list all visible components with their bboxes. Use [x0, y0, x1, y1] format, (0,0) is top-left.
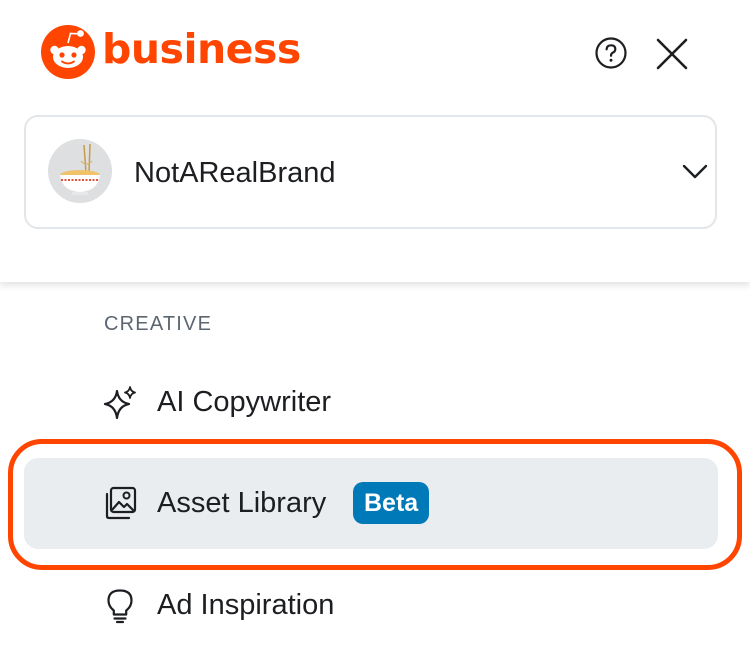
section-title-creative: CREATIVE — [104, 313, 213, 335]
lightbulb-icon — [107, 589, 133, 624]
account-avatar — [48, 139, 112, 203]
image-gallery-icon — [105, 486, 137, 520]
nav-item-ai-copywriter[interactable]: AI Copywriter — [24, 358, 718, 448]
sparkles-icon — [103, 386, 136, 420]
brand-wordmark: business — [102, 24, 301, 73]
beta-badge: Beta — [353, 482, 430, 524]
ramen-bowl-icon — [60, 143, 100, 195]
account-switcher[interactable]: NotARealBrand — [24, 115, 717, 229]
nav-item-ad-inspiration[interactable]: Ad Inspiration — [24, 560, 718, 650]
brand-logo[interactable]: business — [40, 24, 301, 80]
header: business NotARealBrand — [0, 0, 750, 282]
account-name: NotARealBrand — [134, 157, 336, 189]
nav-item-label: Asset Library — [157, 487, 327, 519]
nav-item-label: Ad Inspiration — [157, 589, 335, 621]
nav-item-label: AI Copywriter — [157, 386, 332, 418]
nav-item-asset-library[interactable]: Asset Library Beta — [24, 458, 718, 549]
close-button[interactable] — [654, 36, 690, 72]
chevron-down-icon — [682, 164, 708, 179]
help-button[interactable] — [594, 36, 628, 70]
reddit-snoo-icon — [41, 25, 95, 79]
